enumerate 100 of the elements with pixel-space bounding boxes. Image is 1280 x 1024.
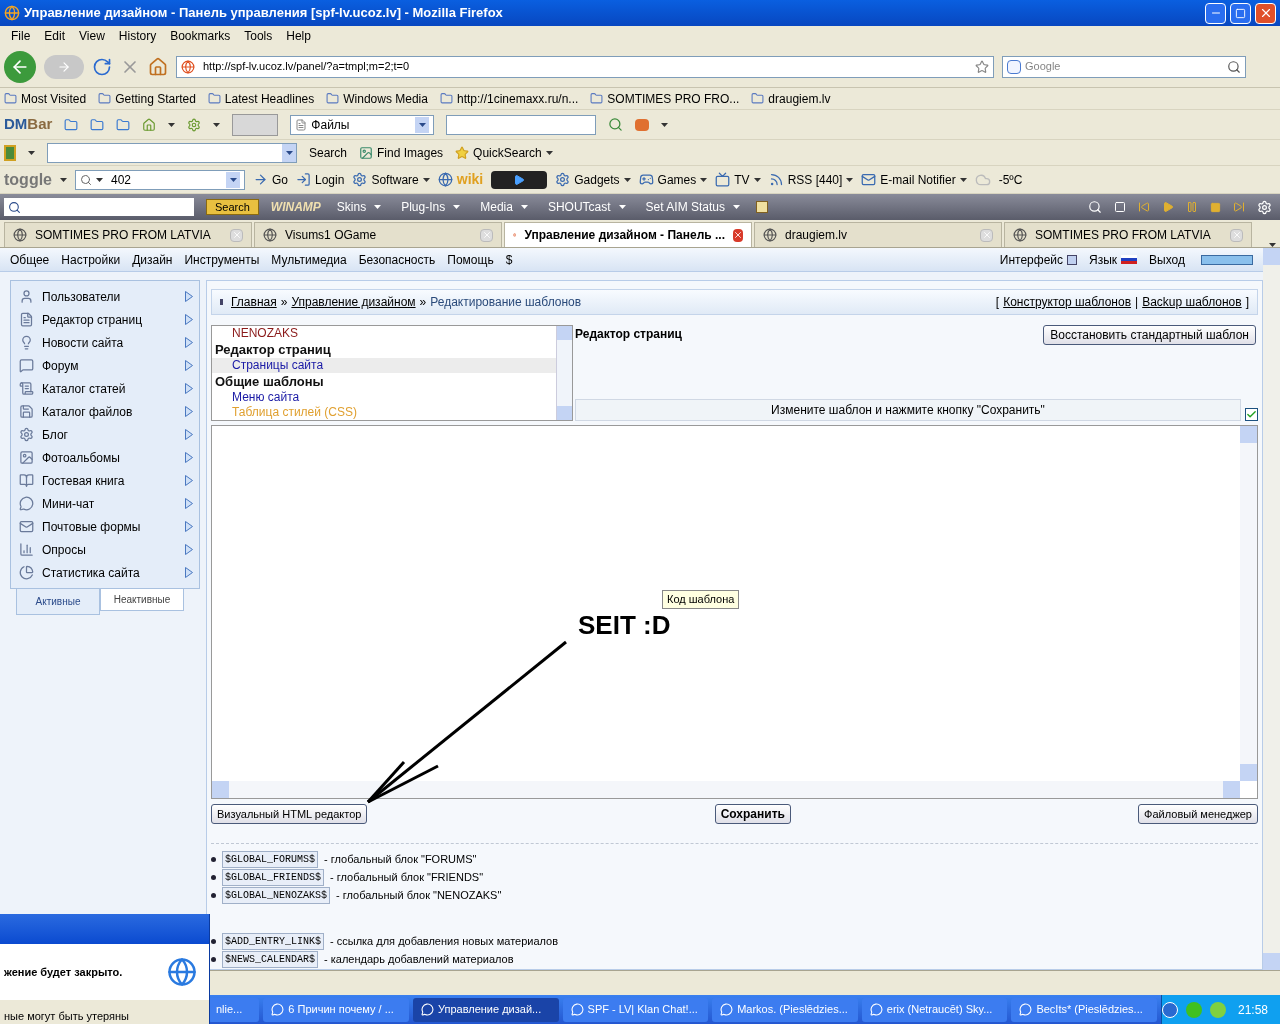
action-button[interactable]: Сохранить xyxy=(714,804,791,824)
search-input[interactable]: Google xyxy=(1025,58,1223,75)
tab-close-icon[interactable] xyxy=(733,228,743,242)
scrollbar[interactable] xyxy=(1240,426,1257,781)
sidebar-item[interactable]: Статистика сайта xyxy=(42,563,177,582)
toolbar-button[interactable]: Search xyxy=(309,143,348,162)
folder-icon[interactable] xyxy=(116,117,131,132)
winamp-menu[interactable]: Set AIM Status xyxy=(645,198,725,216)
site-menu-item[interactable]: Мультимедиа xyxy=(271,250,347,269)
gear-icon[interactable] xyxy=(187,117,202,132)
width-slider-icon[interactable] xyxy=(1201,254,1253,265)
add-icon[interactable] xyxy=(756,201,768,213)
bookmark-star-icon[interactable] xyxy=(975,59,989,74)
taskbar-button[interactable]: nlie... xyxy=(208,997,260,1022)
toolbar-button[interactable]: Gadgets xyxy=(574,170,620,189)
scrollbar[interactable] xyxy=(212,781,1240,798)
restore-template-button[interactable]: Восстановить стандартный шаблон xyxy=(1043,325,1256,345)
search-bar[interactable]: Google xyxy=(1002,55,1246,78)
interface-icon[interactable] xyxy=(1067,254,1078,265)
taskbar-button[interactable]: Markos. (Pieslēdzies... xyxy=(712,997,858,1022)
home-icon[interactable] xyxy=(148,56,168,77)
next-icon[interactable] xyxy=(1233,201,1245,213)
logout-link[interactable]: Выход xyxy=(1149,250,1185,269)
action-button[interactable]: Файловый менеджер xyxy=(1138,804,1258,824)
sidebar-item[interactable]: Мини-чат xyxy=(42,494,177,513)
menu-item[interactable]: History xyxy=(111,27,164,45)
site-menu-item[interactable]: Настройки xyxy=(61,250,121,269)
sidebar-item[interactable]: Редактор страниц xyxy=(42,310,177,329)
taskbar-button[interactable]: erix (Netraucēt) Sky... xyxy=(861,997,1008,1022)
template-link[interactable]: NENOZAKS xyxy=(232,326,298,340)
pause-icon[interactable] xyxy=(1186,201,1198,213)
text-field[interactable] xyxy=(446,114,597,135)
breadcrumb-link[interactable]: Управление дизайном xyxy=(291,293,416,311)
minimize-button[interactable] xyxy=(1205,2,1226,24)
site-menu-item[interactable]: Инструменты xyxy=(184,250,260,269)
browser-tab[interactable]: SOMTIMES PRO FROM LATVIA xyxy=(4,222,252,247)
sidebar-item[interactable]: Гостевая книга xyxy=(42,471,177,490)
winamp-menu[interactable]: SHOUTcast xyxy=(547,198,611,216)
action-button[interactable]: Визуальный HTML редактор xyxy=(211,804,368,824)
sidebar-tab[interactable]: Неактивные xyxy=(100,589,184,611)
browser-tab[interactable]: Управление дизайном - Панель ... xyxy=(504,222,752,247)
flag-icon[interactable] xyxy=(1121,254,1138,265)
search-icon[interactable] xyxy=(1227,59,1241,74)
menu-item[interactable]: View xyxy=(72,27,112,45)
winamp-menu[interactable]: Skins xyxy=(336,198,367,216)
bookmark-item[interactable]: Most Visited xyxy=(21,89,87,108)
winamp-menu[interactable]: Media xyxy=(480,198,513,216)
browser-tab[interactable]: draugiem.lv xyxy=(754,222,1002,247)
address-field[interactable]: http://spf-lv.ucoz.lv/panel/?a=tmpl;m=2;t=0 xyxy=(176,55,994,78)
toolbar-button[interactable]: Games xyxy=(657,170,697,189)
scrollbar[interactable] xyxy=(556,326,572,420)
site-menu-item[interactable]: Безопасность xyxy=(358,250,436,269)
taskbar-button[interactable]: 6 Причин почему / ... xyxy=(263,997,409,1022)
toolbar-button[interactable]: RSS [440] xyxy=(787,170,843,189)
checkbox[interactable] xyxy=(1245,407,1258,421)
back-button[interactable] xyxy=(4,50,36,83)
bookmark-item[interactable]: draugiem.lv xyxy=(768,89,831,108)
previous-icon[interactable] xyxy=(1138,201,1150,213)
bookmark-item[interactable]: http://1cinemaxx.ru/n... xyxy=(456,89,579,108)
sidebar-item[interactable]: Почтовые формы xyxy=(42,517,177,536)
winamp-search-field[interactable] xyxy=(4,198,194,216)
files-dropdown[interactable]: Файлы xyxy=(290,114,435,135)
sidebar-item[interactable]: Форум xyxy=(42,356,177,375)
toolbar-button[interactable]: QuickSearch xyxy=(473,143,542,162)
search-icon[interactable] xyxy=(608,117,624,132)
sidebar-item[interactable]: Пользователи xyxy=(42,287,177,306)
bookmark-item[interactable]: Latest Headlines xyxy=(224,89,315,108)
breadcrumb-link[interactable]: Главная xyxy=(231,293,277,311)
header-link[interactable]: Конструктор шаблонов xyxy=(1003,293,1132,311)
bookmark-item[interactable]: Getting Started xyxy=(115,89,196,108)
sidebar-item[interactable]: Новости сайта xyxy=(42,333,177,352)
menu-item[interactable]: Edit xyxy=(37,27,73,45)
tray-icon[interactable] xyxy=(1210,1001,1226,1018)
toolbar-button[interactable]: Go xyxy=(272,170,288,189)
settings-icon[interactable] xyxy=(1257,199,1272,215)
query-field[interactable]: 402 xyxy=(75,169,245,190)
interface-link[interactable]: Интерфейс xyxy=(999,250,1064,269)
toolbar-button[interactable]: TV xyxy=(734,170,750,189)
maximize-button[interactable] xyxy=(1230,2,1251,24)
menu-item[interactable]: Tools xyxy=(237,27,280,45)
reload-icon[interactable] xyxy=(92,56,112,77)
page-scrollbar[interactable] xyxy=(1263,248,1280,970)
bookmark-item[interactable]: SOMTIMES PRO FRO... xyxy=(607,89,740,108)
winamp-menu[interactable]: Plug-Ins xyxy=(401,198,446,216)
sidebar-tab[interactable]: Активные xyxy=(16,589,100,615)
folder-icon[interactable] xyxy=(90,117,105,132)
close-button[interactable] xyxy=(1255,2,1276,24)
browser-tab[interactable]: Visums1 OGame xyxy=(254,222,502,247)
site-menu-item[interactable]: Помощь xyxy=(447,250,494,269)
header-link[interactable]: Backup шаблонов xyxy=(1142,293,1242,311)
sidebar-item[interactable]: Опросы xyxy=(42,540,177,559)
play-icon[interactable] xyxy=(1162,201,1174,213)
sidebar-item[interactable]: Каталог статей xyxy=(42,379,177,398)
language-link[interactable]: Язык xyxy=(1089,250,1118,269)
toolbar-button[interactable]: Login xyxy=(315,170,345,189)
media-player-widget[interactable] xyxy=(491,170,548,189)
taskbar-button[interactable]: BecIts* (Pieslēdzies... xyxy=(1011,997,1157,1022)
toolbar-button[interactable]: Software xyxy=(371,170,419,189)
search-button[interactable]: Search xyxy=(206,199,259,215)
toolbar-button[interactable]: E-mail Notifier xyxy=(880,170,956,189)
